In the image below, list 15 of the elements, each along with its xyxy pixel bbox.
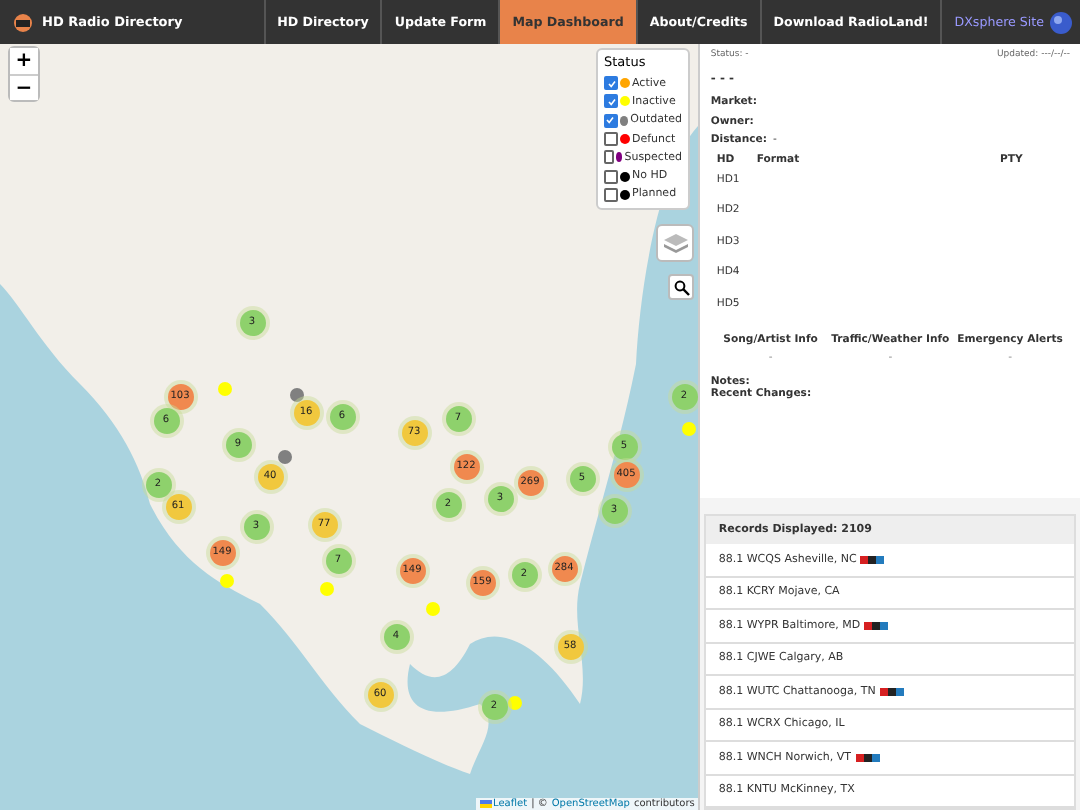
legend-checkbox[interactable] (604, 169, 618, 184)
flag-icon (479, 800, 492, 808)
legend-checkbox[interactable] (604, 113, 618, 128)
legend-checkbox[interactable] (604, 76, 618, 91)
layers-button[interactable] (656, 224, 694, 262)
globe-icon (1050, 11, 1072, 33)
layers-icon (663, 233, 687, 253)
legend-checkbox[interactable] (604, 94, 618, 109)
legend-checkbox[interactable] (604, 132, 618, 147)
search-button[interactable] (668, 274, 694, 300)
legend-checkbox[interactable] (604, 187, 618, 202)
legend-checkbox[interactable] (604, 150, 615, 165)
search-icon (673, 279, 689, 295)
radio-logo-icon (12, 13, 34, 31)
zoom-out-button[interactable]: − (10, 74, 38, 100)
